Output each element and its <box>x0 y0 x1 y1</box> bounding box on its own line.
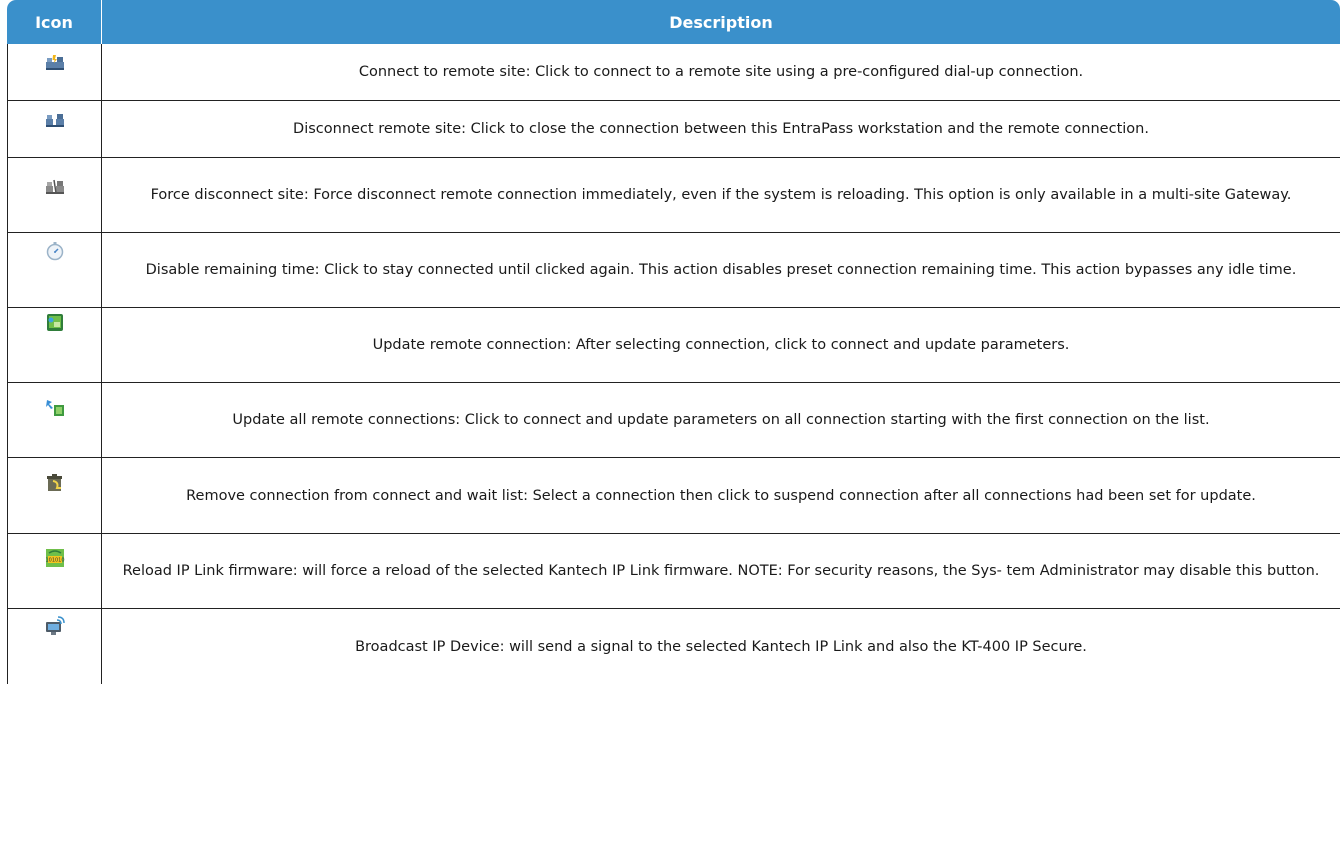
description-cell: Remove connection from connect and wait … <box>186 487 1256 504</box>
reload-firmware-icon: 101010 <box>45 549 64 567</box>
stopwatch-icon <box>46 242 63 261</box>
table-row: Force disconnect site: Force disconnect … <box>7 158 1340 233</box>
icon-cell <box>8 101 102 157</box>
update-remote-connection-icon <box>46 314 63 331</box>
remove-from-wait-list-icon <box>46 474 62 491</box>
description-cell: Disable remaining time: Click to stay co… <box>145 262 1297 278</box>
icon-cell <box>8 458 102 533</box>
broadcast-ip-device-icon <box>45 616 65 635</box>
table-row: Update all remote connections: Click to … <box>7 383 1340 458</box>
update-all-connections-icon <box>45 400 64 416</box>
description-column-header: Description <box>669 12 773 32</box>
description-cell: Connect to remote site: Click to connect… <box>358 64 1084 80</box>
icon-cell <box>8 44 102 100</box>
description-cell: Update remote connection: After selectin… <box>372 337 1070 353</box>
description-cell: Update all remote connections: Click to … <box>232 412 1210 428</box>
table-row: Update remote connection: After selectin… <box>7 308 1340 383</box>
description-cell: Force disconnect site: Force disconnect … <box>150 187 1292 203</box>
table-row: Disconnect remote site: Click to close t… <box>7 101 1340 158</box>
icon-column-header: Icon <box>7 0 102 44</box>
table-header: Icon Description <box>7 0 1340 44</box>
description-cell: Reload IP Link firmware: will force a re… <box>122 563 1320 579</box>
icon-cell: 101010 <box>8 534 102 608</box>
description-cell: Disconnect remote site: Click to close t… <box>293 121 1149 137</box>
force-disconnect-site-icon <box>45 179 64 194</box>
icon-cell <box>8 609 102 684</box>
svg-text:101010: 101010 <box>45 558 64 564</box>
icon-cell <box>8 308 102 382</box>
table-row: Connect to remote site: Click to connect… <box>7 44 1340 101</box>
icon-cell <box>8 233 102 307</box>
description-cell: Broadcast IP Device: will send a signal … <box>355 638 1087 655</box>
table-row: 101010 Reload IP Link firmware: will for… <box>7 534 1340 609</box>
disconnect-remote-site-icon <box>45 114 64 127</box>
table-row: Broadcast IP Device: will send a signal … <box>7 609 1340 684</box>
connect-remote-site-icon <box>45 55 64 70</box>
icon-cell <box>8 383 102 457</box>
table-row: Disable remaining time: Click to stay co… <box>7 233 1340 308</box>
icon-cell <box>8 158 102 232</box>
table-row: Remove connection from connect and wait … <box>7 458 1340 534</box>
icon-description-table: Icon Description Connect to remote site:… <box>7 0 1340 684</box>
